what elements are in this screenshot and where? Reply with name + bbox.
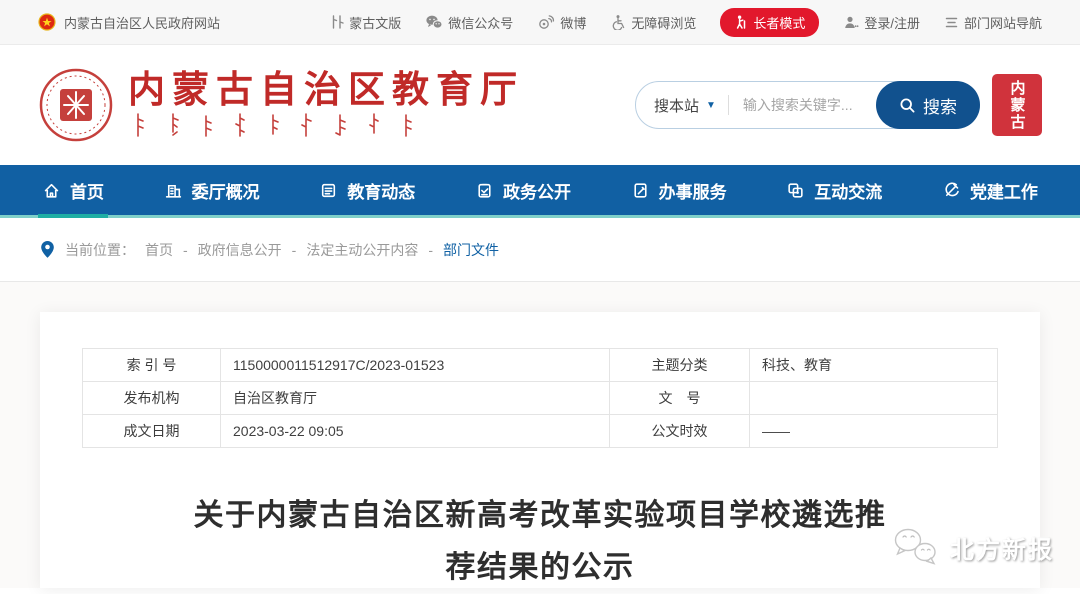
meta-value-date: 2023-03-22 09:05: [221, 415, 610, 448]
breadcrumb-gov-info[interactable]: 政府信息公开: [198, 240, 282, 260]
nav-item-services[interactable]: 办事服务: [631, 165, 727, 215]
gov-portal-label: 内蒙古自治区人民政府网站: [64, 13, 220, 32]
table-row: 发布机构 自治区教育厅 文 号: [83, 382, 998, 415]
meta-value-validity: ——: [750, 415, 998, 448]
meta-value-index: 1150000011512917C/2023-01523: [221, 349, 610, 382]
search-divider: [728, 95, 729, 115]
meta-label-docnum: 文 号: [610, 382, 750, 415]
nav-label-services: 办事服务: [659, 178, 727, 203]
site-logo[interactable]: 内蒙古自治区教育厅: [38, 67, 524, 143]
nav-item-interaction[interactable]: 互动交流: [786, 165, 882, 215]
breadcrumb-separator: -: [292, 242, 297, 258]
search-button[interactable]: 搜索: [876, 81, 980, 129]
nav-label-gov-info: 政务公开: [503, 178, 571, 203]
header-search-area: 搜本站 ▼ 搜索 内蒙古: [635, 74, 1042, 136]
breadcrumb-dept-files[interactable]: 部门文件: [443, 240, 499, 260]
menu-lines-icon: [944, 16, 959, 29]
accessibility-link[interactable]: 无障碍浏览: [610, 13, 696, 32]
breadcrumb-separator: -: [183, 242, 188, 258]
nav-label-overview: 委厅概况: [192, 178, 260, 203]
meta-value-docnum: [750, 382, 998, 415]
doc-pencil-icon: [631, 181, 650, 200]
location-pin-icon: [40, 240, 55, 259]
breadcrumb-home[interactable]: 首页: [145, 240, 173, 260]
search-scope-dropdown[interactable]: 搜本站 ▼: [654, 95, 716, 116]
dept-site-nav-link[interactable]: 部门网站导航: [944, 13, 1042, 32]
elder-person-icon: [734, 15, 747, 29]
nav-label-interaction: 互动交流: [814, 178, 882, 203]
wheelchair-icon: [610, 14, 626, 30]
breadcrumb: 当前位置： 首页 - 政府信息公开 - 法定主动公开内容 - 部门文件: [0, 218, 1080, 282]
main-nav: 首页 委厅概况 教育动态 政务公开 办事服务 互动交流 党建工作: [0, 165, 1080, 218]
article-title: 关于内蒙古自治区新高考改革实验项目学校遴选推荐结果的公示: [183, 490, 897, 594]
nav-item-gov-info[interactable]: 政务公开: [475, 165, 571, 215]
search-input[interactable]: [741, 96, 876, 114]
topbar-links: 蒙古文版 微信公众号: [329, 8, 1042, 37]
table-row: 成文日期 2023-03-22 09:05 公文时效 ——: [83, 415, 998, 448]
table-row: 索 引 号 1150000011512917C/2023-01523 主题分类 …: [83, 349, 998, 382]
meta-value-topic: 科技、教育: [750, 349, 998, 382]
search-box: 搜本站 ▼ 搜索: [635, 81, 980, 129]
chevron-down-icon: ▼: [706, 100, 716, 111]
nav-item-overview[interactable]: 委厅概况: [164, 165, 260, 215]
mongolian-script-subtitle: [128, 111, 524, 139]
search-scope-label: 搜本站: [654, 95, 699, 116]
mongolian-version-label: 蒙古文版: [349, 13, 401, 32]
clipboard-check-icon: [475, 181, 494, 200]
meta-label-validity: 公文时效: [610, 415, 750, 448]
mongolian-script-icon: [329, 14, 344, 30]
nav-label-party: 党建工作: [970, 178, 1038, 203]
weibo-link[interactable]: 微博: [537, 13, 586, 32]
nav-item-home[interactable]: 首页: [42, 165, 104, 215]
meta-label-index: 索 引 号: [83, 349, 221, 382]
red-seal-text: 内蒙古: [1007, 80, 1028, 131]
nav-label-news: 教育动态: [347, 178, 415, 203]
login-register-label: 登录/注册: [864, 13, 920, 32]
document-meta-table: 索 引 号 1150000011512917C/2023-01523 主题分类 …: [82, 348, 998, 448]
login-register-link[interactable]: 登录/注册: [843, 13, 920, 32]
overlap-squares-icon: [786, 181, 805, 200]
elder-mode-button[interactable]: 长者模式: [720, 8, 819, 37]
red-seal-stamp: 内蒙古: [992, 74, 1042, 136]
nav-item-news[interactable]: 教育动态: [319, 165, 415, 215]
mongolian-version-link[interactable]: 蒙古文版: [329, 13, 401, 32]
meta-label-date: 成文日期: [83, 415, 221, 448]
brand-text-block: 内蒙古自治区教育厅: [128, 71, 524, 139]
meta-label-agency: 发布机构: [83, 382, 221, 415]
weibo-label: 微博: [560, 13, 586, 32]
national-emblem-icon: [38, 13, 56, 31]
weibo-icon: [537, 14, 555, 30]
wechat-link[interactable]: 微信公众号: [425, 13, 513, 32]
site-header: 内蒙古自治区教育厅: [0, 45, 1080, 165]
nav-label-home: 首页: [70, 178, 104, 203]
breadcrumb-label: 当前位置：: [65, 240, 135, 260]
site-title: 内蒙古自治区教育厅: [128, 71, 524, 111]
wechat-icon: [425, 14, 443, 30]
accessibility-label: 无障碍浏览: [631, 13, 696, 32]
search-icon: [899, 97, 916, 114]
breadcrumb-legal-disclosure[interactable]: 法定主动公开内容: [306, 240, 418, 260]
hammer-sickle-icon: [942, 181, 961, 200]
dept-site-nav-label: 部门网站导航: [964, 13, 1042, 32]
nav-item-party[interactable]: 党建工作: [942, 165, 1038, 215]
wechat-label: 微信公众号: [448, 13, 513, 32]
user-icon: [843, 15, 859, 30]
home-icon: [42, 181, 61, 200]
list-doc-icon: [319, 181, 338, 200]
document-card: 索 引 号 1150000011512917C/2023-01523 主题分类 …: [40, 312, 1040, 588]
main-content-area: 索 引 号 1150000011512917C/2023-01523 主题分类 …: [0, 282, 1080, 588]
elder-mode-label: 长者模式: [753, 13, 805, 32]
search-button-label: 搜索: [923, 93, 957, 118]
meta-label-topic: 主题分类: [610, 349, 750, 382]
top-utility-bar: 内蒙古自治区人民政府网站 蒙古文版 微信公众号: [0, 0, 1080, 45]
seal-logo-icon: [38, 67, 114, 143]
gov-portal-link[interactable]: 内蒙古自治区人民政府网站: [38, 13, 220, 32]
building-icon: [164, 181, 183, 200]
breadcrumb-separator: -: [428, 242, 433, 258]
meta-value-agency: 自治区教育厅: [221, 382, 610, 415]
